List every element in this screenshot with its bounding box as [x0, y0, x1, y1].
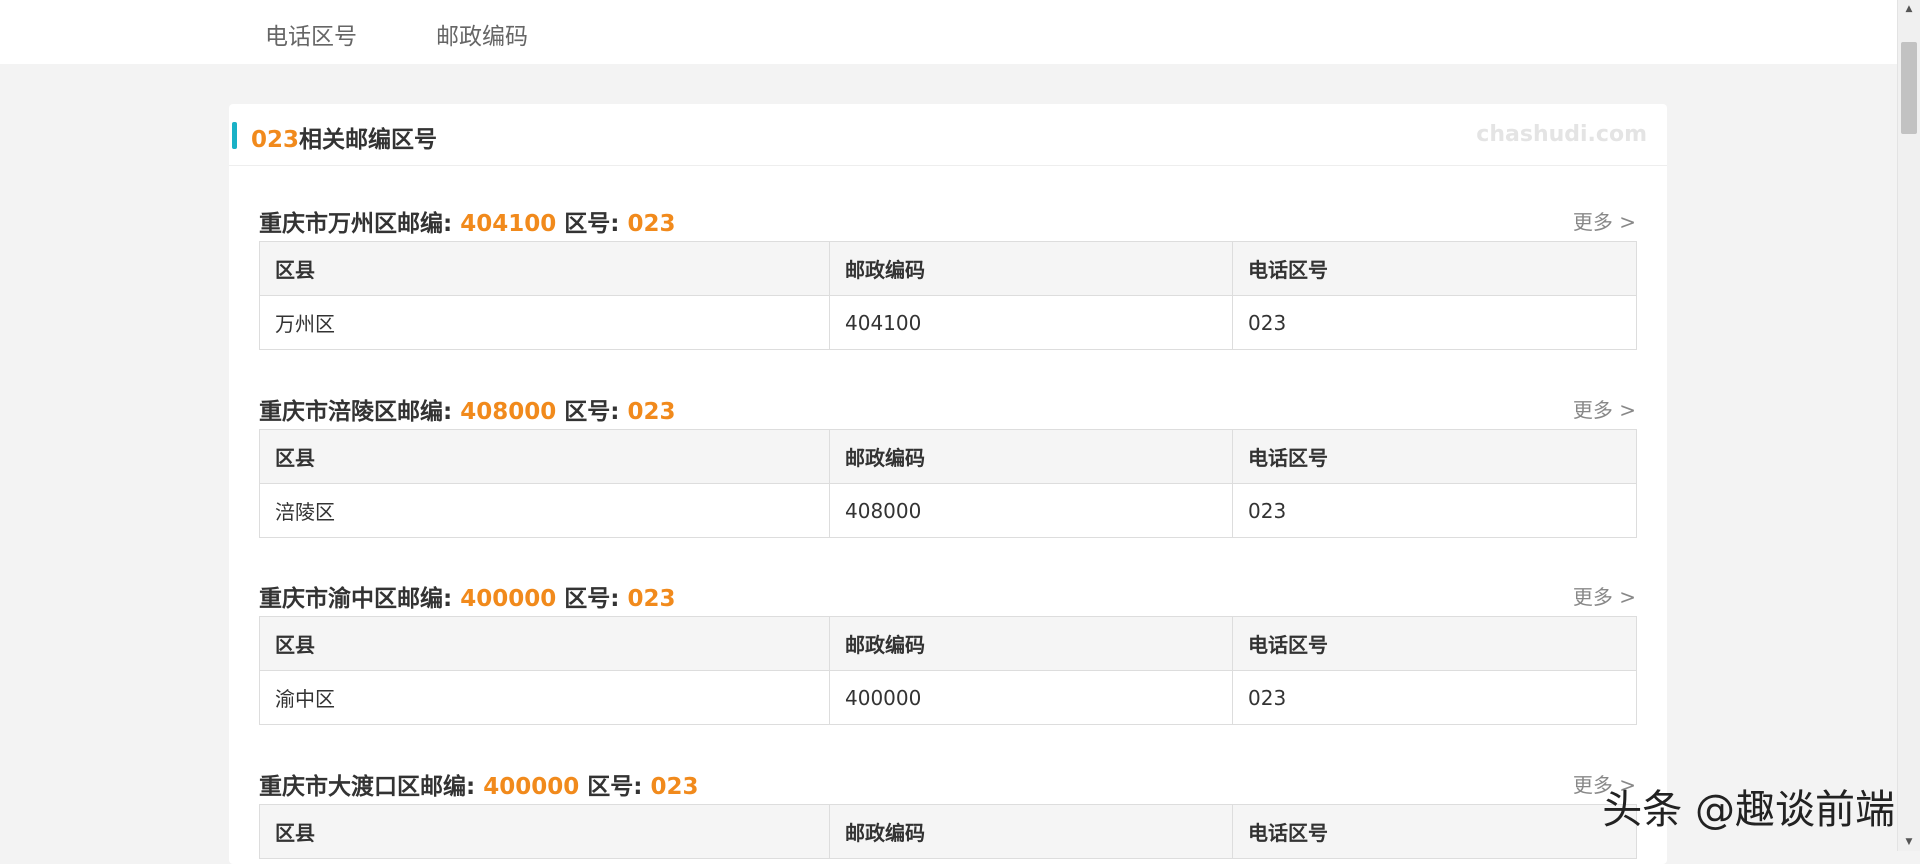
table-header-row: 区县 邮政编码 电话区号	[259, 804, 1637, 859]
cell-postcode: 404100	[829, 295, 1233, 350]
area-code-label: 区号	[564, 399, 611, 425]
nav-item-area-code[interactable]: 电话区号	[265, 17, 357, 51]
brand-watermark-overlay: 头条 @趣谈前端	[1602, 787, 1895, 833]
more-link[interactable]: 更多 >	[1573, 394, 1636, 423]
city-label: 重庆市涪陵区邮编	[259, 399, 443, 425]
header-district: 区县	[259, 241, 830, 296]
card-title-code: 023	[251, 127, 300, 153]
section-title: 重庆市涪陵区邮编: 408000 区号: 023	[259, 399, 676, 425]
header-postcode: 邮政编码	[829, 429, 1233, 484]
cell-district: 涪陵区	[259, 483, 830, 538]
table-row: 万州区 404100 023	[259, 295, 1637, 350]
scroll-up-arrow-icon[interactable]: ▲	[1898, 0, 1920, 18]
cell-postcode: 400000	[829, 670, 1233, 725]
more-link[interactable]: 更多 >	[1573, 206, 1636, 235]
postcode-value: 400000	[460, 586, 557, 612]
card-title: 023相关邮编区号	[251, 120, 437, 154]
cell-area-code: 023	[1232, 483, 1637, 538]
section-title: 重庆市渝中区邮编: 400000 区号: 023	[259, 586, 676, 612]
cell-district: 渝中区	[259, 670, 830, 725]
site-watermark: chashudi.com	[1476, 122, 1647, 147]
header-postcode: 邮政编码	[829, 241, 1233, 296]
cell-area-code: 023	[1232, 670, 1637, 725]
postcode-value: 404100	[460, 211, 557, 237]
city-label: 重庆市大渡口区邮编	[259, 774, 466, 800]
vertical-scrollbar[interactable]: ▲ ▼	[1897, 0, 1920, 851]
postcode-value: 408000	[460, 399, 557, 425]
district-table: 区县 邮政编码 电话区号 渝中区 400000 023	[259, 616, 1637, 725]
postcode-value: 400000	[483, 774, 580, 800]
section-title: 重庆市大渡口区邮编: 400000 区号: 023	[259, 774, 699, 800]
more-link[interactable]: 更多 >	[1573, 581, 1636, 610]
header-area-code: 电话区号	[1232, 804, 1637, 859]
header-postcode: 邮政编码	[829, 616, 1233, 671]
area-code-value: 023	[627, 586, 676, 612]
header-postcode: 邮政编码	[829, 804, 1233, 859]
area-code-value: 023	[627, 211, 676, 237]
card-header: 023相关邮编区号 chashudi.com	[229, 104, 1667, 166]
area-code-label: 区号	[587, 774, 634, 800]
table-row: 渝中区 400000 023	[259, 670, 1637, 725]
header-district: 区县	[259, 804, 830, 859]
accent-bar	[232, 122, 237, 149]
nav-item-postcode[interactable]: 邮政编码	[436, 17, 528, 51]
table-row: 涪陵区 408000 023	[259, 483, 1637, 538]
header-district: 区县	[259, 429, 830, 484]
cell-area-code: 023	[1232, 295, 1637, 350]
city-label: 重庆市万州区邮编	[259, 211, 443, 237]
cell-district: 万州区	[259, 295, 830, 350]
area-code-label: 区号	[564, 586, 611, 612]
related-postcode-card: 023相关邮编区号 chashudi.com 重庆市万州区邮编: 404100 …	[229, 104, 1667, 864]
top-nav: 电话区号 邮政编码	[0, 0, 1897, 64]
area-code-value: 023	[650, 774, 699, 800]
cell-postcode: 408000	[829, 483, 1233, 538]
header-area-code: 电话区号	[1232, 616, 1637, 671]
scroll-down-arrow-icon[interactable]: ▼	[1898, 833, 1920, 851]
table-header-row: 区县 邮政编码 电话区号	[259, 616, 1637, 671]
district-table: 区县 邮政编码 电话区号 万州区 404100 023	[259, 241, 1637, 350]
header-area-code: 电话区号	[1232, 241, 1637, 296]
table-header-row: 区县 邮政编码 电话区号	[259, 429, 1637, 484]
scrollbar-thumb[interactable]	[1901, 42, 1917, 134]
district-table: 区县 邮政编码 电话区号 涪陵区 408000 023	[259, 429, 1637, 538]
header-district: 区县	[259, 616, 830, 671]
area-code-value: 023	[627, 399, 676, 425]
header-area-code: 电话区号	[1232, 429, 1637, 484]
card-title-text: 相关邮编区号	[299, 127, 438, 153]
section-title: 重庆市万州区邮编: 404100 区号: 023	[259, 211, 676, 237]
city-label: 重庆市渝中区邮编	[259, 586, 443, 612]
area-code-label: 区号	[564, 211, 611, 237]
table-header-row: 区县 邮政编码 电话区号	[259, 241, 1637, 296]
